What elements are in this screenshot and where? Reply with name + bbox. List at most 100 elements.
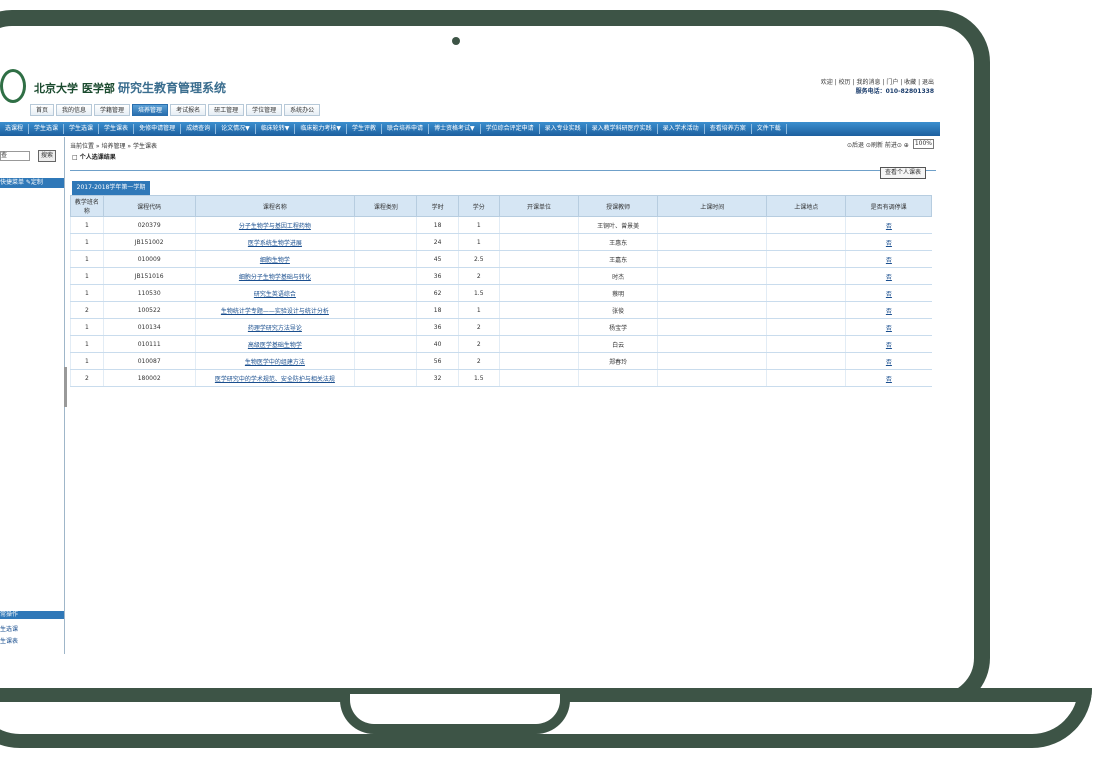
nav-tab-4[interactable]: 考试报名 (170, 104, 207, 116)
reschedule-link[interactable]: 否 (845, 250, 932, 268)
table-cell: 45 (416, 250, 459, 268)
menu-item-13[interactable]: 录入专业实践 (540, 124, 587, 134)
table-cell: 1 (70, 250, 104, 268)
table-cell (354, 369, 417, 387)
header-links[interactable]: | 校历 | 我的消息 | 门户 | 收藏 | 退出 (835, 79, 934, 86)
sidebar-link-timetable[interactable]: 生课表 (0, 636, 18, 645)
course-name-link[interactable]: 生物统计学专题——实验设计与统计分析 (194, 301, 355, 319)
table-cell (354, 267, 417, 285)
course-name-link[interactable]: 细胞分子生物学基础与转化 (194, 267, 355, 285)
table-row: 1 010009 细胞生物学 45 2.5 王嘉东 否 (70, 250, 932, 268)
column-header[interactable]: 课程代码 (102, 195, 196, 217)
menu-item-4[interactable]: 免修申请管理 (134, 124, 182, 134)
quick-menu-header[interactable]: 快捷菜单 ✎定制 (0, 178, 64, 188)
reschedule-link[interactable]: 否 (845, 352, 932, 370)
menu-item-14[interactable]: 录入教学科研医疗实践 (587, 124, 658, 134)
column-header[interactable]: 授课教师 (578, 195, 659, 217)
reschedule-link[interactable]: 否 (845, 216, 932, 234)
nav-tab-5[interactable]: 研工管理 (208, 104, 245, 116)
menu-item-12[interactable]: 学位综合评定申请 (481, 124, 540, 134)
table-cell: 100522 (102, 301, 196, 319)
course-name-link[interactable]: 生物医学中的组建方法 (194, 352, 355, 370)
menu-item-10[interactable]: 联合培养申请 (382, 124, 429, 134)
table-row: 1 020379 分子生物学与基因工程药物 18 1 王铜叶、曾景美否 (70, 216, 932, 234)
nav-tab-0[interactable]: 首页 (30, 104, 55, 116)
sidebar-link-course-select[interactable]: 生选课 (0, 624, 18, 633)
table-cell: 2 (70, 369, 104, 387)
reschedule-link[interactable]: 否 (845, 369, 932, 387)
reschedule-link[interactable]: 否 (845, 318, 932, 336)
university-logo (0, 69, 26, 103)
nav-tab-3[interactable]: 培养管理 (132, 104, 169, 116)
nav-tab-1[interactable]: 我的信息 (56, 104, 93, 116)
menu-item-5[interactable]: 成绩查询 (181, 124, 217, 134)
table-cell: 2 (70, 301, 104, 319)
table-cell: 王惠东 (578, 233, 658, 251)
table-cell (766, 216, 846, 234)
menu-item-15[interactable]: 录入学术活动 (658, 124, 705, 134)
sub-menu-bar: 选课程 学生选课 学生选课 学生课表 免修申请管理 成绩查询 论文情况▼ 临床轮转▼ 临床能力考… (0, 122, 940, 136)
reschedule-link[interactable]: 否 (845, 301, 932, 319)
table-cell (657, 335, 767, 353)
table-body: 1 020379 分子生物学与基因工程药物 18 1 王铜叶、曾景美否 1 JB151002 医… (70, 216, 932, 387)
table-cell: 1 (457, 216, 500, 234)
course-name-link[interactable]: 医学研究中的学术规范、安全防护与相关法规 (194, 369, 355, 387)
column-header[interactable]: 上课地点 (766, 195, 847, 217)
column-header[interactable]: 课程名称 (194, 195, 356, 217)
table-cell (498, 352, 579, 370)
menu-item-2[interactable]: 学生选课 (64, 124, 100, 134)
column-header[interactable]: 开课单位 (498, 195, 580, 217)
menu-item-0[interactable]: 选课程 (0, 124, 30, 134)
table-cell (657, 352, 767, 370)
menu-item-7[interactable]: 临床轮转▼ (256, 124, 296, 134)
table-row: 1 JB151016 细胞分子生物学基础与转化 36 2 时杰 否 (70, 267, 932, 285)
zoom-select[interactable]: 100% (912, 139, 934, 149)
menu-item-17[interactable]: 文件下载 (752, 124, 787, 134)
menu-item-1[interactable]: 学生选课 (29, 124, 65, 134)
reschedule-link[interactable]: 否 (845, 284, 932, 302)
course-name-link[interactable]: 药理学研究方法导论 (194, 318, 355, 336)
sidebar-search-input[interactable]: 查 (0, 151, 30, 161)
table-cell: 王嘉东 (578, 250, 658, 268)
column-header[interactable]: 学时 (416, 195, 459, 217)
column-header[interactable]: 上课时间 (657, 195, 768, 217)
table-cell (354, 250, 417, 268)
table-cell: 1 (70, 267, 104, 285)
course-name-link[interactable]: 研究生英语综合 (194, 284, 355, 302)
service-phone: 服务电话：010-82801338 (855, 88, 934, 95)
table-cell: 2 (457, 318, 500, 336)
column-header[interactable]: 教学班名称 (70, 195, 104, 217)
column-header[interactable]: 是否有调停课 (845, 195, 932, 217)
reschedule-link[interactable]: 否 (845, 335, 932, 353)
course-name-link[interactable]: 细胞生物学 (194, 250, 355, 268)
course-name-link[interactable]: 高级医学基础生物学 (194, 335, 355, 353)
table-cell: 1 (70, 335, 104, 353)
nav-tab-7[interactable]: 系统办公 (284, 104, 321, 116)
menu-item-11[interactable]: 博士资格考试▼ (429, 124, 481, 134)
table-cell: 32 (416, 369, 459, 387)
sidebar-resize-handle[interactable] (64, 367, 67, 407)
course-name-link[interactable]: 医学系统生物学进展 (194, 233, 355, 251)
table-cell: 2 (457, 352, 500, 370)
course-name-link[interactable]: 分子生物学与基因工程药物 (194, 216, 355, 234)
table-row: 1 010111 高级医学基础生物学 40 2 白云 否 (70, 335, 932, 353)
menu-item-9[interactable]: 学生评教 (347, 124, 382, 134)
menu-item-3[interactable]: 学生课表 (99, 124, 135, 134)
table-cell (498, 233, 579, 251)
table-row: 1 010134 药理学研究方法导论 36 2 杨宝学 否 (70, 318, 932, 336)
reschedule-link[interactable]: 否 (845, 267, 932, 285)
column-header[interactable]: 课程类别 (354, 195, 418, 217)
nav-tab-2[interactable]: 学籍管理 (94, 104, 131, 116)
nav-buttons[interactable]: ⊙后退 ⊙刷新 前进⊙ ⊕ (847, 140, 909, 149)
reschedule-link[interactable]: 否 (845, 233, 932, 251)
nav-tab-6[interactable]: 学位管理 (246, 104, 283, 116)
menu-item-16[interactable]: 查看培养方案 (705, 124, 752, 134)
table-cell (766, 284, 846, 302)
table-cell: 18 (416, 301, 459, 319)
column-header[interactable]: 学分 (457, 195, 500, 217)
menu-item-8[interactable]: 临床能力考核▼ (295, 124, 347, 134)
sidebar-search-button[interactable]: 搜索 (38, 150, 56, 162)
view-timetable-button[interactable]: 查看个人课表 (879, 167, 926, 179)
tab-term[interactable]: 2017-2018学年第一学期 (72, 181, 150, 195)
menu-item-6[interactable]: 论文情况▼ (216, 124, 256, 134)
